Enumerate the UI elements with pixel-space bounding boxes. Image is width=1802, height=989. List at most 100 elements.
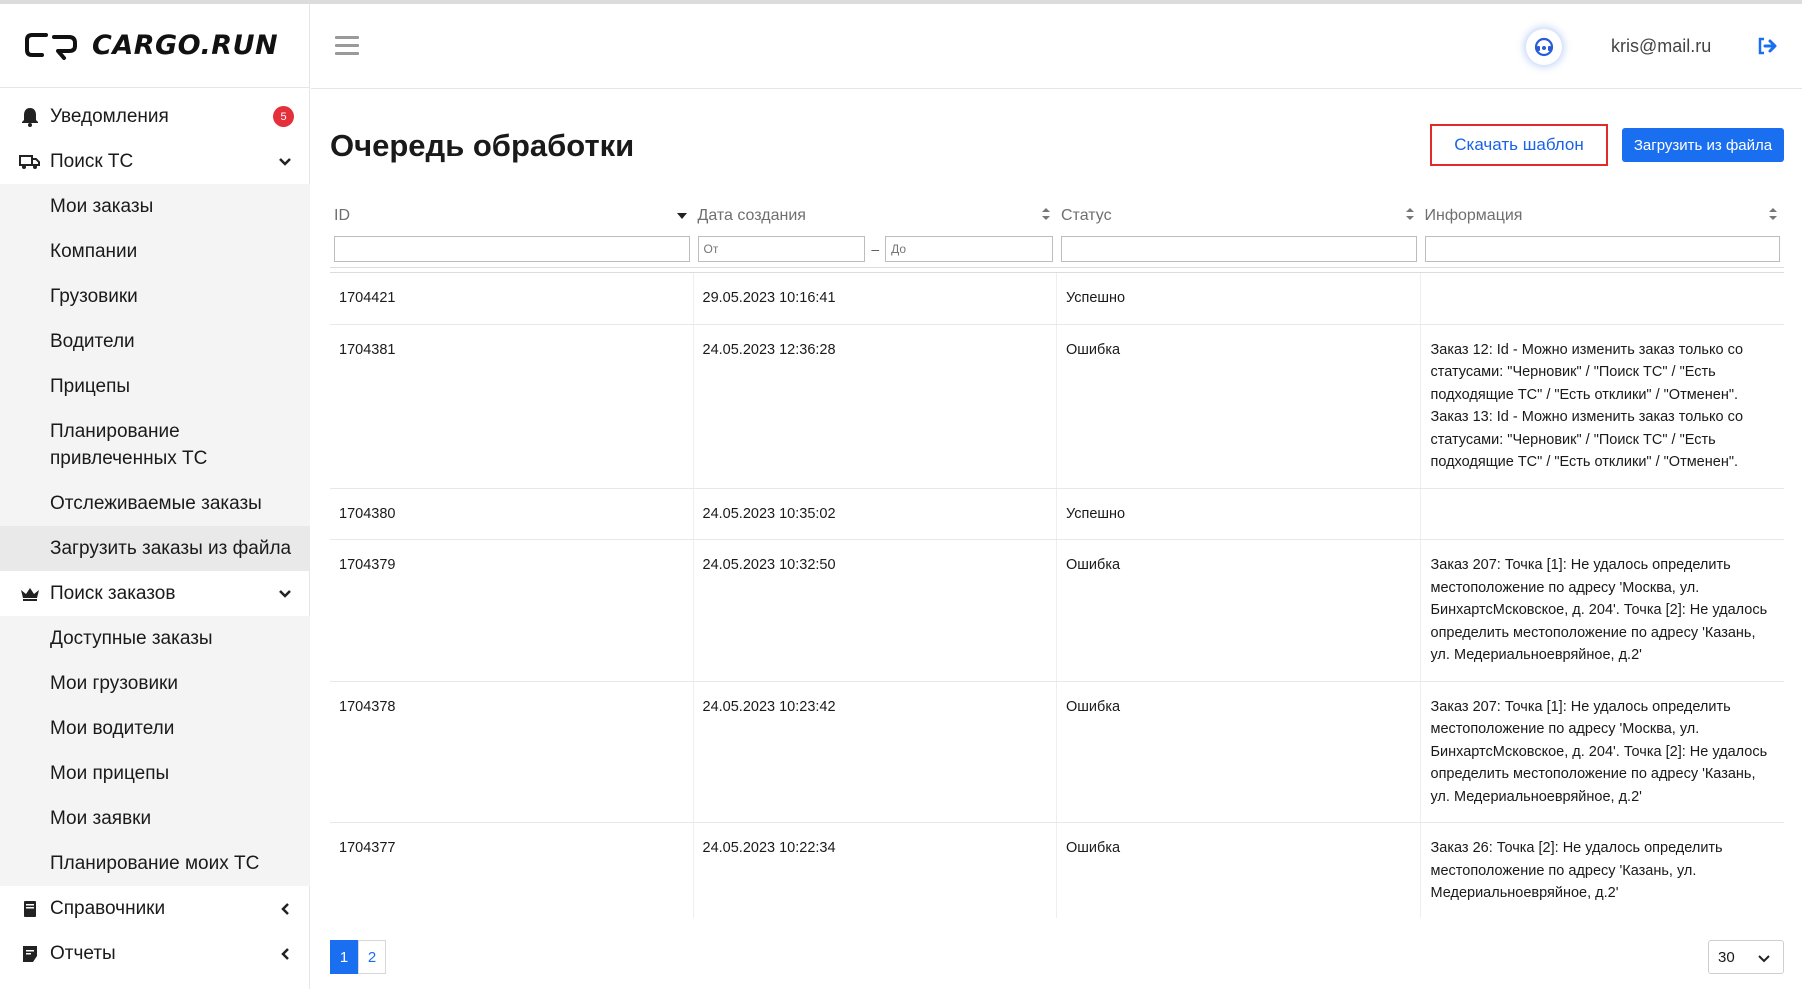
sidebar-item-upload-orders[interactable]: Загрузить заказы из файла — [0, 526, 310, 571]
sidebar-item-tracked-orders[interactable]: Отслеживаемые заказы — [0, 481, 310, 526]
sort-icon — [1041, 207, 1051, 226]
submenu-search-orders: Доступные заказы Мои грузовики Мои водит… — [0, 616, 310, 886]
sort-icon — [1405, 207, 1415, 226]
table-body: 1704421 29.05.2023 10:16:41 Успешно 1704… — [330, 272, 1784, 918]
report-icon — [18, 942, 42, 966]
sidebar-item-trailers[interactable]: Прицепы — [0, 364, 310, 409]
cell-info: Заказ 26: Точка [2]: Не удалось определи… — [1430, 840, 1723, 901]
column-header-status[interactable]: Статус — [1057, 198, 1421, 234]
filter-date-to-input[interactable] — [885, 235, 1053, 262]
chevron-down-icon — [1757, 951, 1771, 968]
sort-desc-icon — [676, 207, 688, 225]
sidebar-item-my-drivers[interactable]: Мои водители — [0, 706, 310, 751]
column-header-id[interactable]: ID — [330, 198, 694, 234]
cell-date: 29.05.2023 10:16:41 — [694, 273, 1057, 324]
cell-info: Заказ 207: Точка [1]: Не удалось определ… — [1430, 557, 1768, 663]
sidebar-item-planning-hired[interactable]: Планирование привлеченных ТС — [0, 409, 310, 481]
cell-status: Успешно — [1057, 488, 1421, 539]
sidebar-item-label: Отчеты — [50, 942, 116, 964]
download-template-button[interactable]: Скачать шаблон — [1430, 124, 1608, 166]
table-header: ID Дата создания Статус Информация — [330, 198, 1784, 234]
bell-icon — [18, 105, 42, 129]
cell-date: 24.05.2023 10:22:34 — [694, 823, 1057, 918]
sidebar-item-search-vehicles[interactable]: Поиск ТС — [0, 139, 310, 184]
sort-icon — [1768, 207, 1778, 226]
table-row[interactable]: 1704379 24.05.2023 10:32:50 Ошибка Заказ… — [330, 540, 1784, 682]
cell-id: 1704378 — [330, 681, 694, 822]
book-icon — [18, 897, 42, 921]
sidebar-item-references[interactable]: Справочники — [0, 886, 310, 931]
notifications-badge: 5 — [273, 106, 294, 127]
sidebar-item-my-trucks[interactable]: Мои грузовики — [0, 661, 310, 706]
column-header-info[interactable]: Информация — [1421, 198, 1785, 234]
sidebar-item-my-orders[interactable]: Мои заказы — [0, 184, 310, 229]
cell-status: Ошибка — [1057, 540, 1421, 681]
cell-info: Заказ 207: Точка [1]: Не удалось определ… — [1430, 698, 1768, 805]
sidebar-item-companies[interactable]: Компании — [0, 229, 310, 274]
sidebar-item-label: Поиск ТС — [50, 150, 134, 172]
processing-queue-table: ID Дата создания Статус Информация От – … — [330, 198, 1784, 918]
sidebar-nav: Уведомления 5 Поиск ТС Мои заказы Компан… — [0, 94, 310, 976]
cell-id: 1704377 — [330, 823, 694, 918]
cell-status: Ошибка — [1057, 823, 1421, 918]
cell-date: 24.05.2023 12:36:28 — [694, 324, 1057, 488]
filter-status-input[interactable] — [1061, 235, 1417, 262]
crown-icon — [18, 582, 42, 606]
user-email[interactable]: kris@mail.ru — [1611, 36, 1711, 57]
truck-search-icon — [18, 150, 42, 174]
logo-icon — [25, 32, 77, 60]
chevron-left-icon — [276, 945, 294, 963]
table-row[interactable]: 1704378 24.05.2023 10:23:42 Ошибка Заказ… — [330, 681, 1784, 823]
submenu-search-vehicles: Мои заказы Компании Грузовики Водители П… — [0, 184, 310, 571]
sidebar-item-my-requests[interactable]: Мои заявки — [0, 796, 310, 841]
cell-status: Ошибка — [1057, 681, 1421, 822]
top-header: kris@mail.ru — [311, 4, 1802, 89]
table-row[interactable]: 1704377 24.05.2023 10:22:34 Ошибка Заказ… — [330, 823, 1784, 918]
chevron-left-icon — [276, 900, 294, 918]
pagination: 1 2 — [330, 940, 386, 974]
table-row[interactable]: 1704421 29.05.2023 10:16:41 Успешно — [330, 273, 1784, 325]
sidebar-item-search-orders[interactable]: Поиск заказов — [0, 571, 310, 616]
sidebar-item-label: Уведомления — [50, 105, 169, 127]
sidebar-item-planning-my[interactable]: Планирование моих ТС — [0, 841, 310, 886]
brand-logo[interactable]: CARGO.RUN — [0, 4, 309, 88]
page-button[interactable]: 2 — [358, 940, 386, 974]
brand-name: CARGO.RUN — [92, 30, 279, 61]
table-row[interactable]: 1704381 24.05.2023 12:36:28 Ошибка Заказ… — [330, 324, 1784, 489]
filter-id-input[interactable] — [334, 235, 690, 262]
sidebar-item-my-trailers[interactable]: Мои прицепы — [0, 751, 310, 796]
cell-id: 1704381 — [330, 324, 694, 488]
menu-toggle-icon[interactable] — [335, 36, 359, 56]
cell-info — [1421, 273, 1785, 324]
sidebar-item-trucks[interactable]: Грузовики — [0, 274, 310, 319]
column-header-date[interactable]: Дата создания — [694, 198, 1058, 234]
cell-id: 1704380 — [330, 488, 694, 539]
upload-from-file-button[interactable]: Загрузить из файла — [1622, 128, 1784, 162]
cell-status: Ошибка — [1057, 324, 1421, 488]
sidebar-item-reports[interactable]: Отчеты — [0, 931, 310, 976]
sidebar-item-drivers[interactable]: Водители — [0, 319, 310, 364]
logout-icon[interactable] — [1756, 35, 1780, 59]
table-row[interactable]: 1704380 24.05.2023 10:35:02 Успешно — [330, 488, 1785, 540]
cell-status: Успешно — [1057, 273, 1421, 324]
filter-info-input[interactable] — [1424, 235, 1780, 262]
cell-id: 1704421 — [330, 273, 694, 324]
cell-id: 1704379 — [330, 540, 694, 681]
sidebar: CARGO.RUN Уведомления 5 Поиск ТС Мои зак… — [0, 4, 310, 989]
support-icon[interactable] — [1526, 29, 1562, 65]
cell-info: Заказ 12: Id - Можно изменить заказ толь… — [1430, 341, 1744, 471]
date-range-separator: – — [871, 240, 880, 257]
filter-date-from-input[interactable] — [697, 235, 866, 262]
sidebar-item-notifications[interactable]: Уведомления 5 — [0, 94, 310, 139]
page-title: Очередь обработки — [330, 128, 635, 163]
chevron-down-icon — [276, 585, 294, 603]
per-page-value: 30 — [1718, 948, 1735, 966]
cell-date: 24.05.2023 10:35:02 — [694, 488, 1057, 539]
sidebar-item-available-orders[interactable]: Доступные заказы — [0, 616, 310, 661]
sidebar-item-label: Поиск заказов — [50, 582, 176, 604]
cell-info — [1421, 489, 1785, 540]
table-filters: – — [330, 234, 1784, 268]
page-button[interactable]: 1 — [330, 940, 358, 974]
chevron-down-icon — [276, 153, 294, 171]
per-page-select[interactable]: 30 — [1708, 940, 1784, 974]
